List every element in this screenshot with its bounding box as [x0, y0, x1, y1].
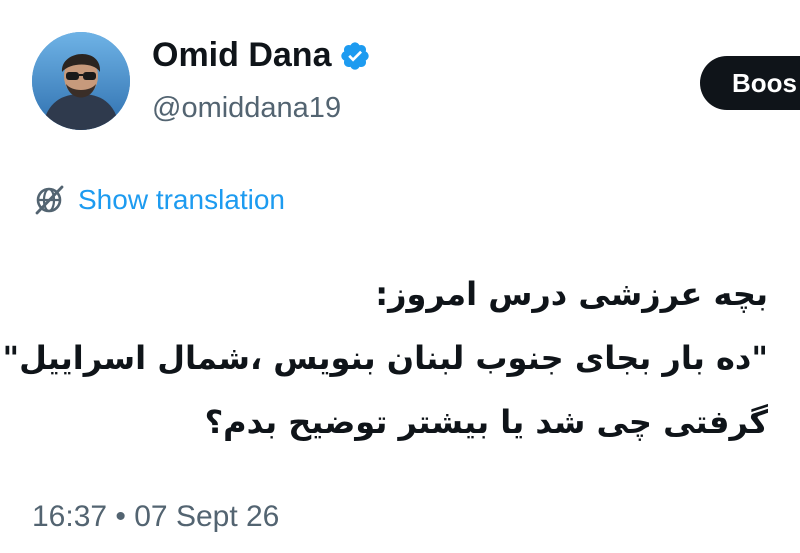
tweet-line: "ده بار بجای جنوب لبنان بنویس ،شمال اسرا… — [2, 339, 768, 377]
avatar[interactable] — [32, 32, 130, 130]
globe-slash-icon — [32, 183, 66, 217]
tweet-timestamp[interactable]: 16:37 • 07 Sept 26 — [32, 500, 279, 534]
author-display-name[interactable]: Omid Dana — [152, 36, 331, 75]
avatar-image — [32, 32, 130, 130]
tweet-line: گرفتی چی شد یا بیشتر توضیح بدم؟ — [204, 403, 768, 441]
show-translation-link[interactable]: Show translation — [32, 183, 285, 217]
tweet-card: Omid Dana @omiddana19 Boos Show translat… — [0, 0, 800, 553]
boost-button[interactable]: Boos — [700, 56, 800, 110]
author-handle[interactable]: @omiddana19 — [152, 92, 341, 125]
author-name-row[interactable]: Omid Dana — [152, 36, 371, 75]
tweet-line: بچه عرزشی درس امروز: — [375, 275, 768, 313]
show-translation-label[interactable]: Show translation — [78, 184, 285, 216]
verified-badge-icon — [339, 40, 371, 72]
tweet-body: بچه عرزشی درس امروز: "ده بار بجای جنوب ل… — [2, 262, 768, 454]
